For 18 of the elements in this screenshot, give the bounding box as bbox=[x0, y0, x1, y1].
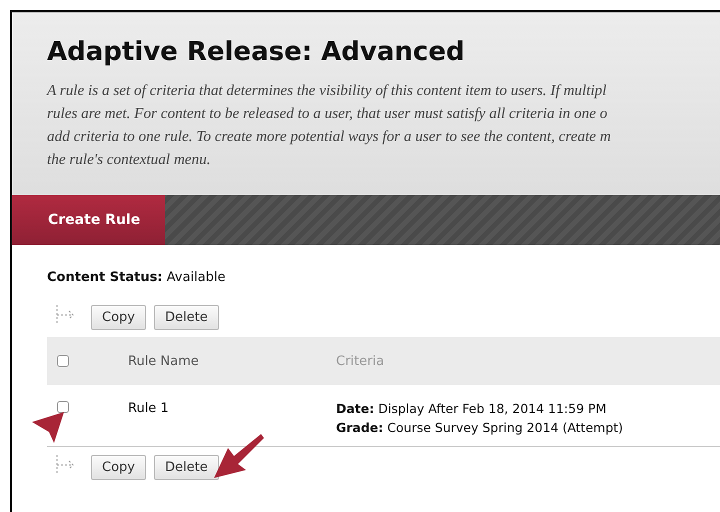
rule-name: Rule 1 bbox=[127, 401, 170, 416]
copy-button[interactable]: Copy bbox=[91, 454, 146, 480]
criteria-text: Grade: Course Survey Spring 2014 (Attempt) bbox=[336, 420, 624, 435]
row-checkbox[interactable] bbox=[57, 401, 69, 413]
description-text: add criteria to one rule. To create more potential ways for a user to see the content, create m bbox=[47, 127, 612, 147]
criteria-text: Date: Display After Feb 18, 2014 11:59 PM bbox=[336, 401, 608, 416]
content-status: Content Status: Available bbox=[47, 270, 226, 285]
delete-button[interactable]: Delete bbox=[154, 304, 219, 330]
copy-button[interactable]: Copy bbox=[91, 304, 146, 330]
description-text: rules are met. For content to be released to a user, that user must satisfy all criteria in one o bbox=[47, 104, 608, 124]
column-header: Criteria bbox=[336, 354, 384, 368]
create-rule-button[interactable]: Create Rule bbox=[12, 195, 165, 245]
delete-button[interactable]: Delete bbox=[154, 454, 219, 480]
description-text: A rule is a set of criteria that determines the visibility of this content item to users. If multipl bbox=[47, 81, 608, 101]
select-all-checkbox[interactable] bbox=[57, 355, 69, 367]
description-text: the rule's contextual menu. bbox=[47, 150, 212, 170]
page-title: Adaptive Release: Advanced bbox=[47, 37, 466, 67]
column-header: Rule Name bbox=[127, 354, 200, 368]
